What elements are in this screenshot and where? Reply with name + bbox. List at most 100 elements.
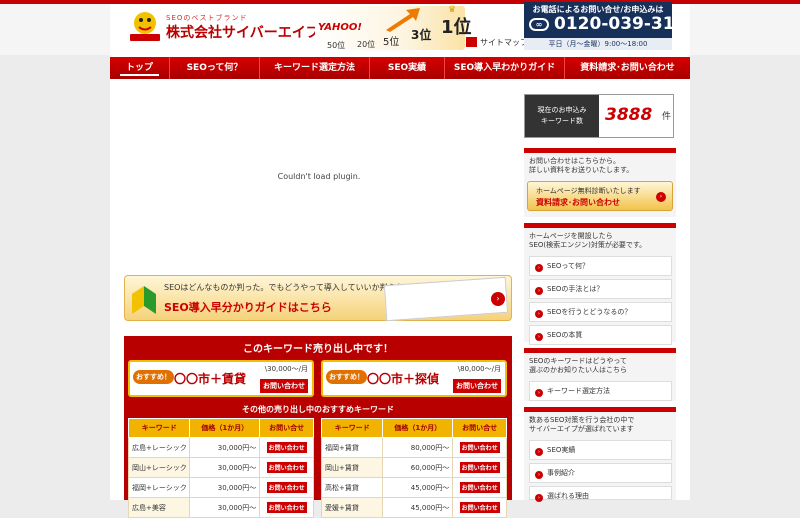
inquiry-button[interactable]: お問い合わせ [266,502,307,513]
inquiry-button[interactable]: お問い合わせ [260,379,308,393]
plugin-placeholder: Couldn't load plugin. [126,84,512,274]
sidebar-link-label: SEO実績 [547,446,576,454]
arrow-right-icon: › [535,448,543,456]
sidebar-link-keyword-selection[interactable]: › キーワード選定方法 [529,381,672,401]
banner-link-text[interactable]: 資料請求･お問い合わせ [536,197,620,208]
logo-icon[interactable] [128,8,162,42]
phone-number[interactable]: 0120-039-318 [554,14,686,34]
sitemap-icon[interactable] [466,37,477,47]
featured-keyword: 〇〇市＋賃貸 [174,372,247,386]
price-cell: 45,000円〜 [382,477,454,498]
main-nav: トップ SEOって何？ キーワード選定方法 SEO実績 SEO導入早わかりガイド… [110,57,690,79]
rank-label: 1位 [441,17,472,38]
company-name[interactable]: 株式会社サイバーエイプ [166,22,320,42]
nav-item-keyword-selection[interactable]: キーワード選定方法 [260,57,370,79]
inquiry-button[interactable]: お問い合わせ [453,379,501,393]
inquiry-button[interactable]: お問い合わせ [266,482,307,493]
nav-item-contact[interactable]: 資料請求･お問い合わせ [565,57,690,79]
rank-label: 50位 [327,41,346,50]
arrow-right-icon: › [535,287,543,295]
banner-link-text[interactable]: SEO導入早分かりガイドはこちら [164,299,332,315]
business-hours: 平日（月〜金曜）9:00〜18:00 [524,38,672,50]
keyword-table-left: キーワード 価格（1か月） お問い合せ 広島+レーシック 30,000円〜 お問… [127,418,314,518]
sidebar-text: 数あるSEO対策を行う会社の中で [529,416,635,424]
counter-value: 3888 [605,105,653,125]
keyword-cell: 岡山+賃貸 [320,457,384,478]
arrow-right-icon: › [535,389,543,397]
sidebar-text: 選ぶのかお知りたい人はこちら [529,366,627,374]
inquiry-button[interactable]: お問い合わせ [266,462,307,473]
arrow-right-icon: › [535,264,543,272]
featured-keyword: 〇〇市＋探偵 [367,372,440,386]
table-row: 福岡+賃貸 80,000円〜 お問い合わせ [320,437,507,458]
price-cell: 30,000円〜 [189,457,261,478]
sidebar-link-label: キーワード選定方法 [547,387,610,395]
sidebar-link-label: SEOの本質 [547,331,583,339]
featured-price: \30,000〜/月 [264,365,308,373]
sitemap-link[interactable]: サイトマップ [480,37,528,48]
other-keywords-title: その他の売り出し中のおすすめキーワード [242,405,394,414]
sidebar-link-label: 選ばれる理由 [547,492,589,500]
featured-keyword-card: おすすめ！ 〇〇市＋探偵 \80,000〜/月 お問い合わせ [321,360,507,397]
application-counter: 現在のお申込み キーワード数 3888 件 [524,94,674,138]
recommend-badge: おすすめ！ [133,370,174,384]
keyword-cell: 広島+美容 [127,497,191,518]
nav-item-seo-guide[interactable]: SEO導入早わかりガイド [445,57,565,79]
search-engine-logo: YAHOO! [318,22,362,33]
inquiry-button[interactable]: お問い合わせ [459,502,500,513]
nav-item-top[interactable]: トップ [110,57,170,79]
table-row: 岡山+賃貸 60,000円〜 お問い合わせ [320,457,507,478]
sidebar-link-label: SEOの手法とは？ [547,285,604,293]
counter-label: 現在のお申込み キーワード数 [525,95,599,137]
nav-item-what-is-seo[interactable]: SEOって何？ [170,57,260,79]
table-row: 高松+賃貸 45,000円〜 お問い合わせ [320,477,507,498]
banner-subtext: ホームページ無料診断いたします [536,187,641,195]
free-dial-icon: ∞ [529,18,549,31]
price-cell: 30,000円〜 [189,497,261,518]
table-row: 広島+美容 30,000円〜 お問い合わせ [127,497,314,518]
table-row: 広島+レーシック 30,000円〜 お問い合わせ [127,437,314,458]
table-row: 福岡+レーシック 30,000円〜 お問い合わせ [127,477,314,498]
counter-label-line: キーワード数 [541,117,583,125]
inquiry-button[interactable]: お問い合わせ [459,482,500,493]
phone-contact-box: お電話によるお問い合せ/お申込みは ∞ 0120-039-318 平日（月〜金曜… [524,2,686,50]
sidebar-link-seo-methods[interactable]: › SEOの手法とは？ [529,279,672,299]
keyword-cell: 広島+レーシック [127,437,191,458]
seo-guide-banner[interactable]: SEOはどんなものか判った。でもどうやって導入していいか判らない。そんな人へ… … [124,275,512,322]
sidebar-link-seo-results[interactable]: › SEO実績 [529,440,672,460]
inquiry-button[interactable]: お問い合わせ [266,442,307,453]
rank-label: 5位 [383,37,400,48]
sidebar-link-label: SEOって何？ [547,262,590,270]
arrow-right-icon: › [535,310,543,318]
table-row: 岡山+レーシック 30,000円〜 お問い合わせ [127,457,314,478]
sidebar-text: ホームページを開設したら [529,232,613,240]
sidebar-link-what-is-seo[interactable]: › SEOって何？ [529,256,672,276]
price-cell: 30,000円〜 [189,437,261,458]
sidebar-text: 詳しい資料をお送りいたします。 [529,166,634,174]
sidebar-link-seo-essence[interactable]: › SEOの本質 [529,325,672,345]
price-cell: 30,000円〜 [189,477,261,498]
counter-unit: 件 [662,112,672,122]
arrow-right-icon: › [656,192,666,202]
inquiry-button[interactable]: お問い合わせ [459,462,500,473]
column-header: 価格（1か月） [382,418,454,438]
request-materials-banner[interactable]: ホームページ無料診断いたします 資料請求･お問い合わせ › [527,181,673,211]
price-cell: 45,000円〜 [382,497,454,518]
sidebar-text: SEOのキーワードはどうやって [529,357,628,365]
price-cell: 80,000円〜 [382,437,454,458]
beginner-mark-icon [132,286,156,314]
arrow-right-icon: › [535,494,543,502]
sidebar-link-label: SEOを行うとどうなるの？ [547,308,632,316]
sidebar-link-why-chosen[interactable]: › 選ばれる理由 [529,486,672,502]
keyword-cell: 高松+賃貸 [320,477,384,498]
arrow-right-icon: › [535,333,543,341]
crown-icon: ♛ [448,5,457,15]
keyword-table-right: キーワード 価格（1か月） お問い合せ 福岡+賃貸 80,000円〜 お問い合わ… [320,418,507,518]
price-cell: 60,000円〜 [382,457,454,478]
inquiry-button[interactable]: お問い合わせ [459,442,500,453]
column-header: 価格（1か月） [189,418,261,438]
sidebar-link-case-studies[interactable]: › 事例紹介 [529,463,672,483]
nav-item-seo-results[interactable]: SEO実績 [370,57,445,79]
sidebar-link-seo-effects[interactable]: › SEOを行うとどうなるの？ [529,302,672,322]
section-title: このキーワード売り出し中です！ [243,344,393,355]
